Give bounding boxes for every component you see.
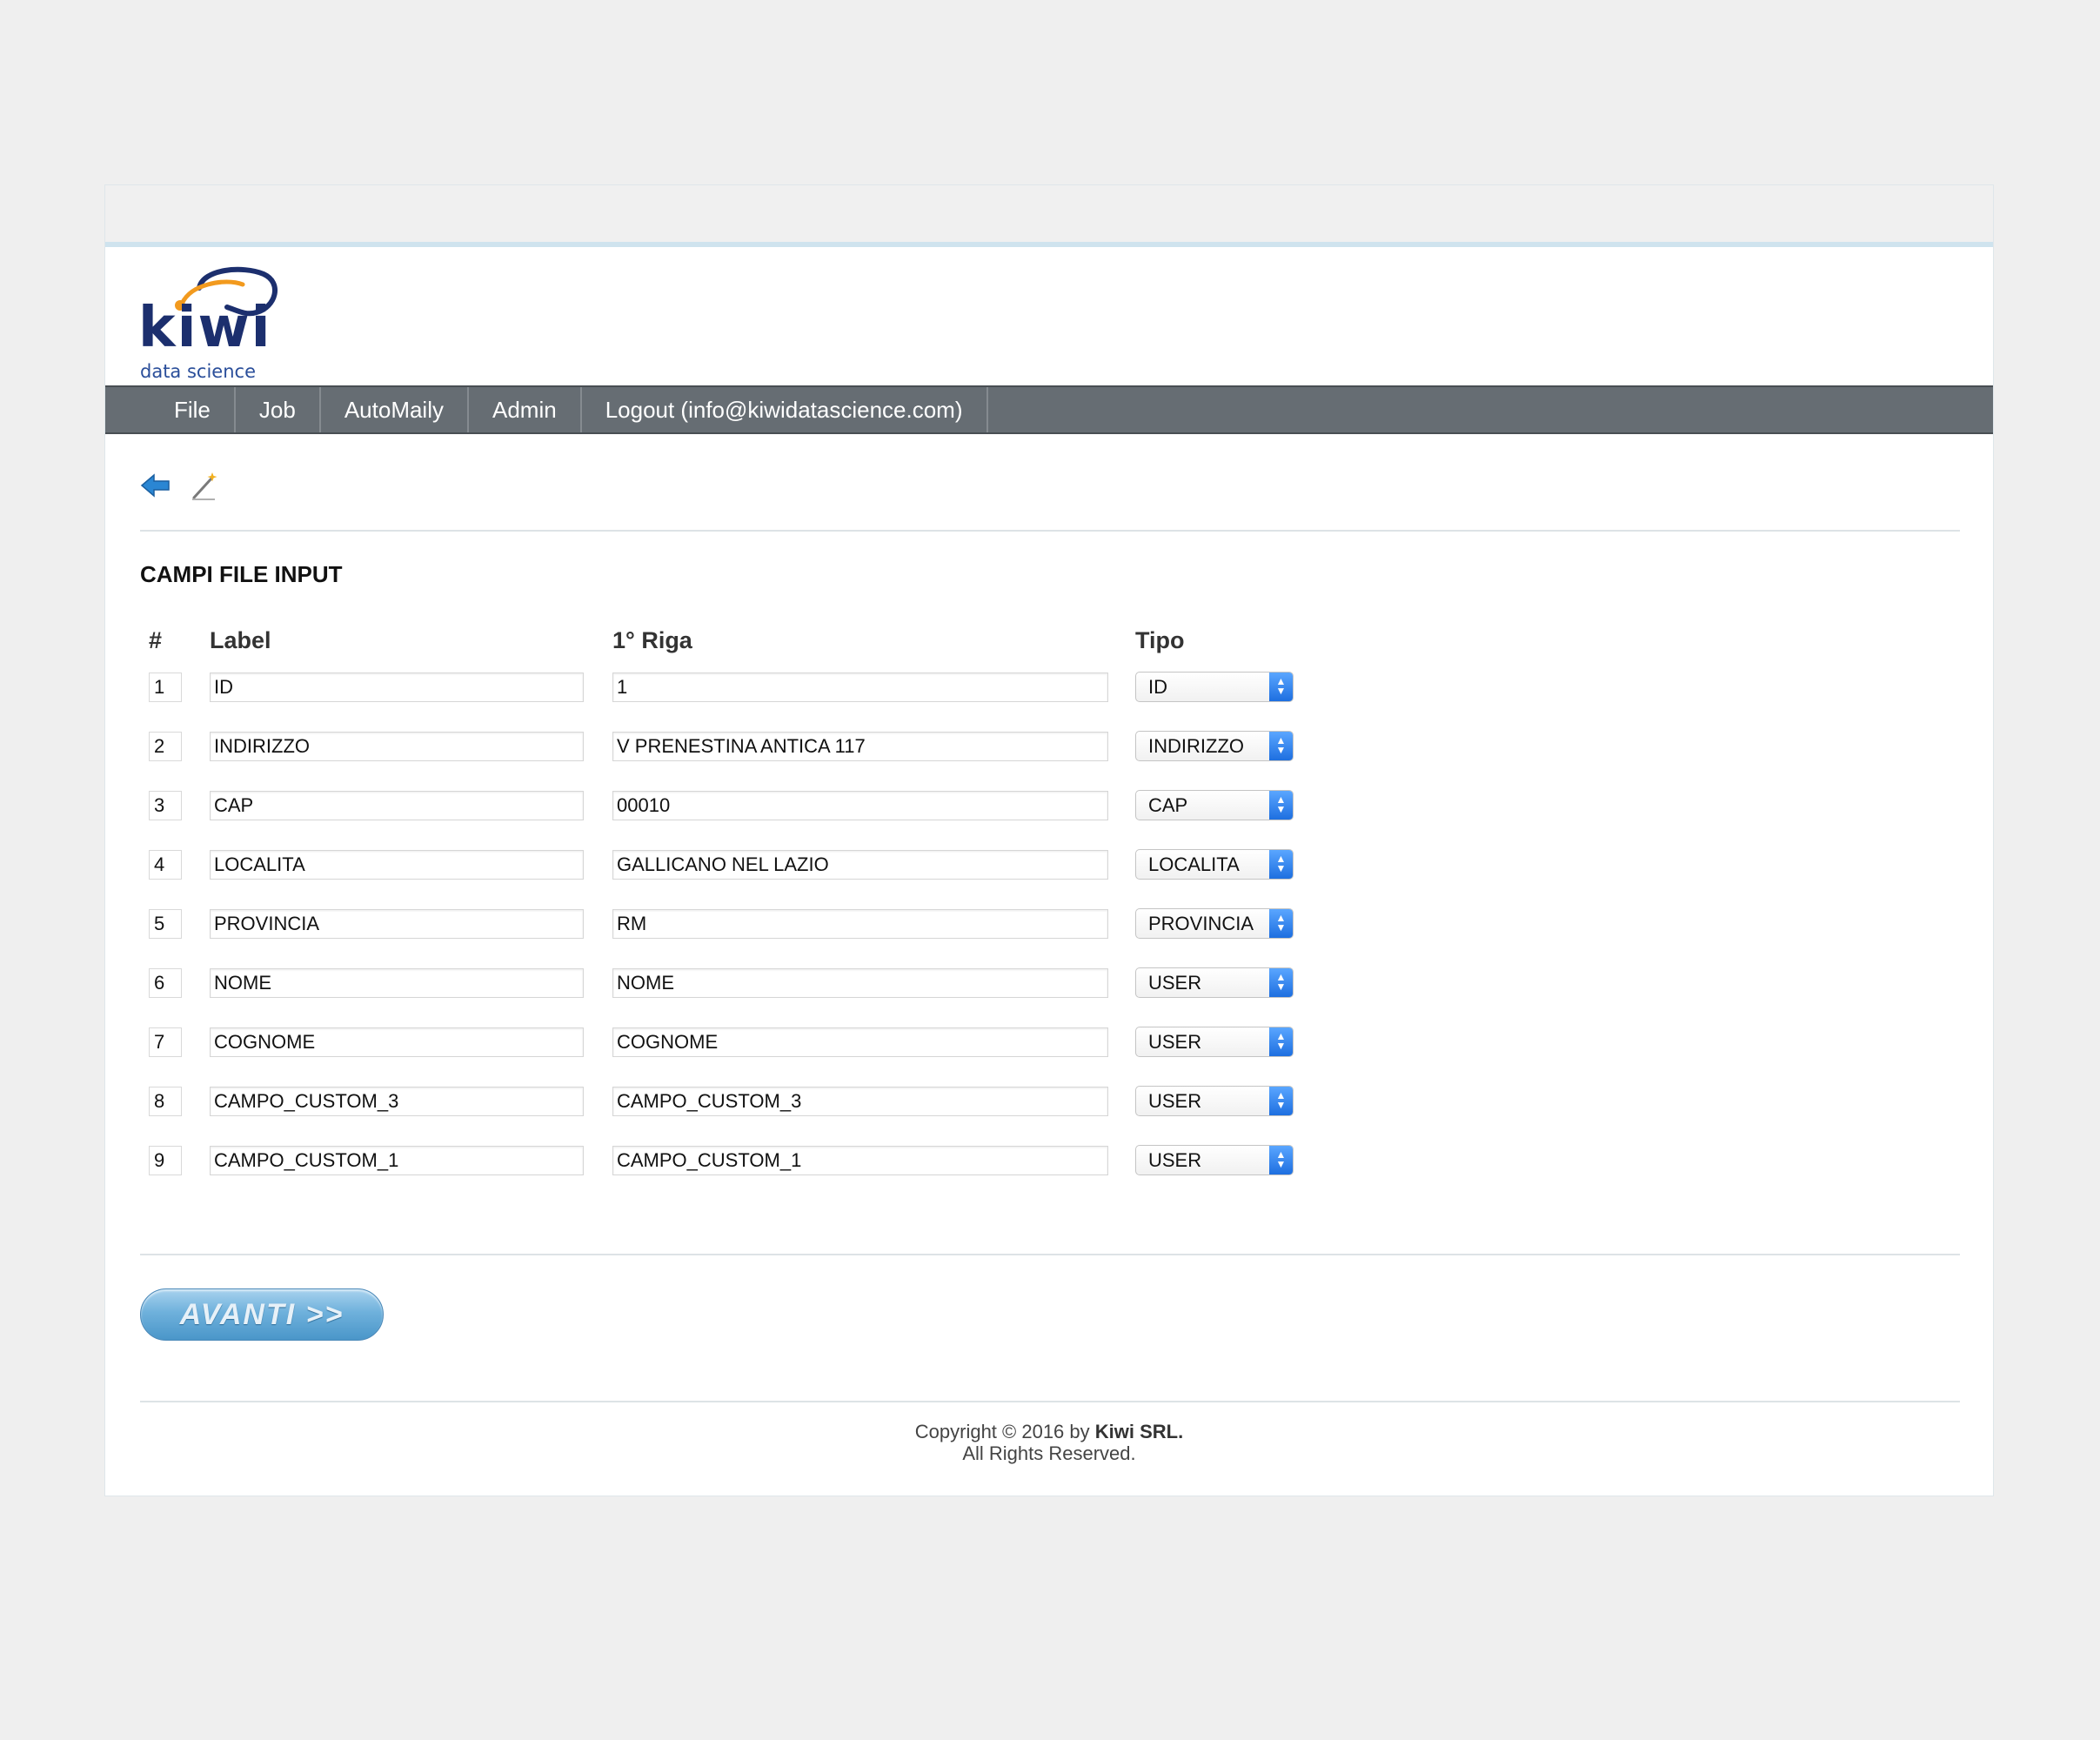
label-input[interactable]: NOME <box>210 968 584 998</box>
row-number: 5 <box>149 909 182 939</box>
logo-wordmark: kiwi <box>138 296 272 360</box>
first-row-input[interactable]: RM <box>612 909 1108 939</box>
logo-tagline: data science <box>140 361 256 382</box>
label-input[interactable]: COGNOME <box>210 1027 584 1057</box>
col-header-tipo: Tipo <box>1135 627 1185 653</box>
tipo-select[interactable]: LOCALITA ▲ ▼ <box>1135 849 1294 880</box>
first-row-input[interactable]: 00010 <box>612 791 1108 820</box>
toolbar <box>140 470 220 505</box>
table-row: 5 PROVINCIA RM PROVINCIA ▲ ▼ <box>105 906 1993 940</box>
copyright-text: Copyright © 2016 by <box>914 1421 1095 1442</box>
tipo-select-value: PROVINCIA <box>1148 913 1254 934</box>
divider-bottom <box>140 1401 1960 1402</box>
select-chevron-icon: ▲ ▼ <box>1269 791 1293 820</box>
col-header-riga: 1° Riga <box>612 627 692 653</box>
row-number: 7 <box>149 1027 182 1057</box>
first-row-input[interactable]: NOME <box>612 968 1108 998</box>
select-chevron-icon: ▲ ▼ <box>1269 732 1293 760</box>
tipo-select[interactable]: CAP ▲ ▼ <box>1135 790 1294 820</box>
table-row: 6 NOME NOME USER ▲ ▼ <box>105 965 1993 1000</box>
footer: Copyright © 2016 by Kiwi SRL. All Rights… <box>105 1421 1993 1464</box>
label-input[interactable]: CAMPO_CUSTOM_1 <box>210 1146 584 1175</box>
tipo-select[interactable]: USER ▲ ▼ <box>1135 967 1294 998</box>
table-row: 7 COGNOME COGNOME USER ▲ ▼ <box>105 1024 1993 1059</box>
main-nav: File Job AutoMaily Admin Logout (info@ki… <box>105 385 1993 434</box>
first-row-input[interactable]: COGNOME <box>612 1027 1108 1057</box>
tipo-select-value: ID <box>1148 676 1167 698</box>
divider-top <box>140 530 1960 532</box>
row-number: 3 <box>149 791 182 820</box>
nav-item-automaily[interactable]: AutoMaily <box>321 387 469 432</box>
tipo-select-value: INDIRIZZO <box>1148 735 1244 757</box>
first-row-input[interactable]: CAMPO_CUSTOM_1 <box>612 1146 1108 1175</box>
select-chevron-icon: ▲ ▼ <box>1269 909 1293 938</box>
row-number: 6 <box>149 968 182 998</box>
avanti-button[interactable]: AVANTI >> <box>140 1288 384 1341</box>
magic-wand-icon[interactable] <box>189 470 220 505</box>
label-input[interactable]: INDIRIZZO <box>210 732 584 761</box>
label-input[interactable]: CAMPO_CUSTOM_3 <box>210 1087 584 1116</box>
label-input[interactable]: LOCALITA <box>210 850 584 880</box>
col-header-label: Label <box>210 627 271 653</box>
select-chevron-icon: ▲ ▼ <box>1269 968 1293 997</box>
select-chevron-icon: ▲ ▼ <box>1269 1087 1293 1115</box>
tipo-select[interactable]: INDIRIZZO ▲ ▼ <box>1135 731 1294 761</box>
company-name: Kiwi SRL. <box>1094 1421 1184 1442</box>
select-chevron-icon: ▲ ▼ <box>1269 1027 1293 1056</box>
tipo-select-value: CAP <box>1148 794 1188 816</box>
label-input[interactable]: CAP <box>210 791 584 820</box>
row-number: 8 <box>149 1087 182 1116</box>
nav-item-job[interactable]: Job <box>236 387 321 432</box>
select-chevron-icon: ▲ ▼ <box>1269 850 1293 879</box>
row-number: 1 <box>149 673 182 702</box>
nav-item-admin[interactable]: Admin <box>469 387 582 432</box>
first-row-input[interactable]: 1 <box>612 673 1108 702</box>
table-row: 4 LOCALITA GALLICANO NEL LAZIO LOCALITA ▲… <box>105 847 1993 881</box>
app-frame: kiwi data science File Job AutoMaily Adm… <box>104 184 1994 1496</box>
first-row-input[interactable]: V PRENESTINA ANTICA 117 <box>612 732 1108 761</box>
tipo-select[interactable]: PROVINCIA ▲ ▼ <box>1135 908 1294 939</box>
nav-item-file[interactable]: File <box>150 387 236 432</box>
tipo-select-value: LOCALITA <box>1148 853 1240 875</box>
copyright-line: Copyright © 2016 by Kiwi SRL. <box>105 1421 1993 1442</box>
select-chevron-icon: ▲ ▼ <box>1269 1146 1293 1174</box>
table-row: 1 ID 1 ID ▲ ▼ <box>105 669 1993 704</box>
tipo-select[interactable]: ID ▲ ▼ <box>1135 672 1294 702</box>
tipo-select[interactable]: USER ▲ ▼ <box>1135 1027 1294 1057</box>
rights-text: All Rights Reserved. <box>962 1442 1136 1464</box>
table-row: 2 INDIRIZZO V PRENESTINA ANTICA 117 INDI… <box>105 728 1993 763</box>
nav-item-logout[interactable]: Logout (info@kiwidatascience.com) <box>582 387 988 432</box>
table-row: 3 CAP 00010 CAP ▲ ▼ <box>105 787 1993 822</box>
first-row-input[interactable]: CAMPO_CUSTOM_3 <box>612 1087 1108 1116</box>
col-header-num: # <box>149 627 163 653</box>
section-title: CAMPI FILE INPUT <box>140 561 343 587</box>
select-chevron-icon: ▲ ▼ <box>1269 673 1293 701</box>
label-input[interactable]: PROVINCIA <box>210 909 584 939</box>
divider-middle <box>140 1254 1960 1255</box>
row-number: 9 <box>149 1146 182 1175</box>
row-number: 4 <box>149 850 182 880</box>
first-row-input[interactable]: GALLICANO NEL LAZIO <box>612 850 1108 880</box>
label-input[interactable]: ID <box>210 673 584 702</box>
tipo-select-value: USER <box>1148 1090 1202 1112</box>
table-row: 9 CAMPO_CUSTOM_1 CAMPO_CUSTOM_1 USER ▲ ▼ <box>105 1142 1993 1177</box>
kiwi-logo[interactable]: kiwi data science <box>138 262 286 384</box>
tipo-select-value: USER <box>1148 1149 1202 1171</box>
tipo-select-value: USER <box>1148 972 1202 994</box>
tipo-select-value: USER <box>1148 1031 1202 1053</box>
table-row: 8 CAMPO_CUSTOM_3 CAMPO_CUSTOM_3 USER ▲ ▼ <box>105 1083 1993 1118</box>
top-bar <box>105 185 1993 247</box>
tipo-select[interactable]: USER ▲ ▼ <box>1135 1086 1294 1116</box>
row-number: 2 <box>149 732 182 761</box>
back-arrow-icon[interactable] <box>140 470 171 505</box>
tipo-select[interactable]: USER ▲ ▼ <box>1135 1145 1294 1175</box>
